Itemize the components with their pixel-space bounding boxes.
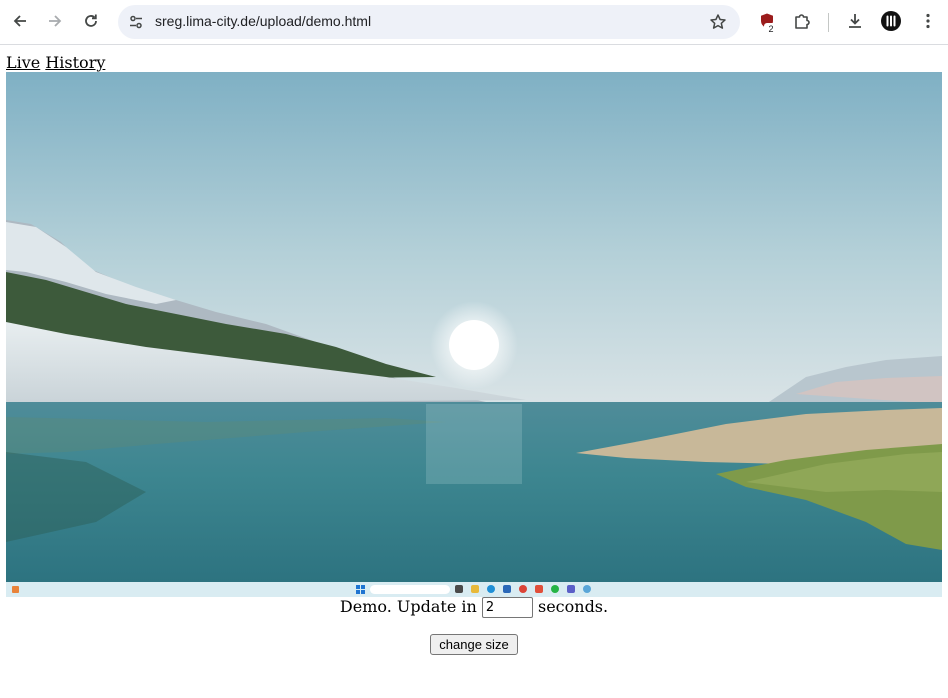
profile-icon	[881, 11, 901, 31]
chrome-icon	[519, 585, 527, 593]
change-size-button[interactable]: change size	[430, 634, 518, 655]
url-text[interactable]: sreg.lima-city.de/upload/demo.html	[155, 13, 371, 29]
tune-icon	[130, 15, 142, 29]
back-button[interactable]	[5, 6, 35, 36]
store-icon	[503, 585, 511, 593]
arrow-right-icon	[49, 15, 62, 27]
live-link[interactable]: Live	[6, 53, 40, 72]
reload-icon	[85, 14, 97, 27]
history-link[interactable]: History	[45, 53, 105, 72]
taskbar-search-box	[370, 585, 450, 594]
file-explorer-icon	[471, 585, 479, 593]
edge-icon	[487, 585, 495, 593]
bookmark-button[interactable]	[706, 10, 730, 34]
teams-icon	[567, 585, 575, 593]
download-icon	[849, 14, 861, 28]
nav-links: Live History	[6, 53, 105, 72]
app-icon	[535, 585, 543, 593]
extensions-button[interactable]	[787, 6, 817, 36]
profile-button[interactable]	[876, 6, 906, 36]
extension-badge: 2	[764, 23, 778, 36]
windows-start-icon	[356, 585, 365, 594]
whatsapp-icon	[551, 585, 559, 593]
weather-icon	[12, 586, 19, 593]
downloads-button[interactable]	[840, 6, 870, 36]
taskview-icon	[455, 585, 463, 593]
forward-button[interactable]	[40, 6, 70, 36]
live-desktop-screenshot	[6, 72, 942, 597]
browser-menu-button[interactable]	[913, 6, 943, 36]
settings-icon	[583, 585, 591, 593]
browser-toolbar: sreg.lima-city.de/upload/demo.html 2	[0, 0, 948, 45]
puzzle-icon	[795, 14, 810, 29]
star-icon	[710, 14, 726, 29]
windows-taskbar	[6, 582, 942, 597]
kebab-menu-icon	[926, 13, 930, 29]
reload-button[interactable]	[76, 6, 106, 36]
status-suffix: seconds.	[537, 597, 609, 616]
update-status: Demo. Update in seconds.	[0, 597, 948, 618]
status-prefix: Demo. Update in	[339, 597, 477, 616]
toolbar-divider	[828, 13, 829, 32]
update-interval-input[interactable]	[481, 597, 533, 618]
address-bar[interactable]: sreg.lima-city.de/upload/demo.html	[118, 5, 740, 39]
arrow-left-icon	[13, 15, 26, 27]
landscape-wallpaper	[6, 72, 942, 582]
site-info-button[interactable]	[124, 10, 148, 34]
